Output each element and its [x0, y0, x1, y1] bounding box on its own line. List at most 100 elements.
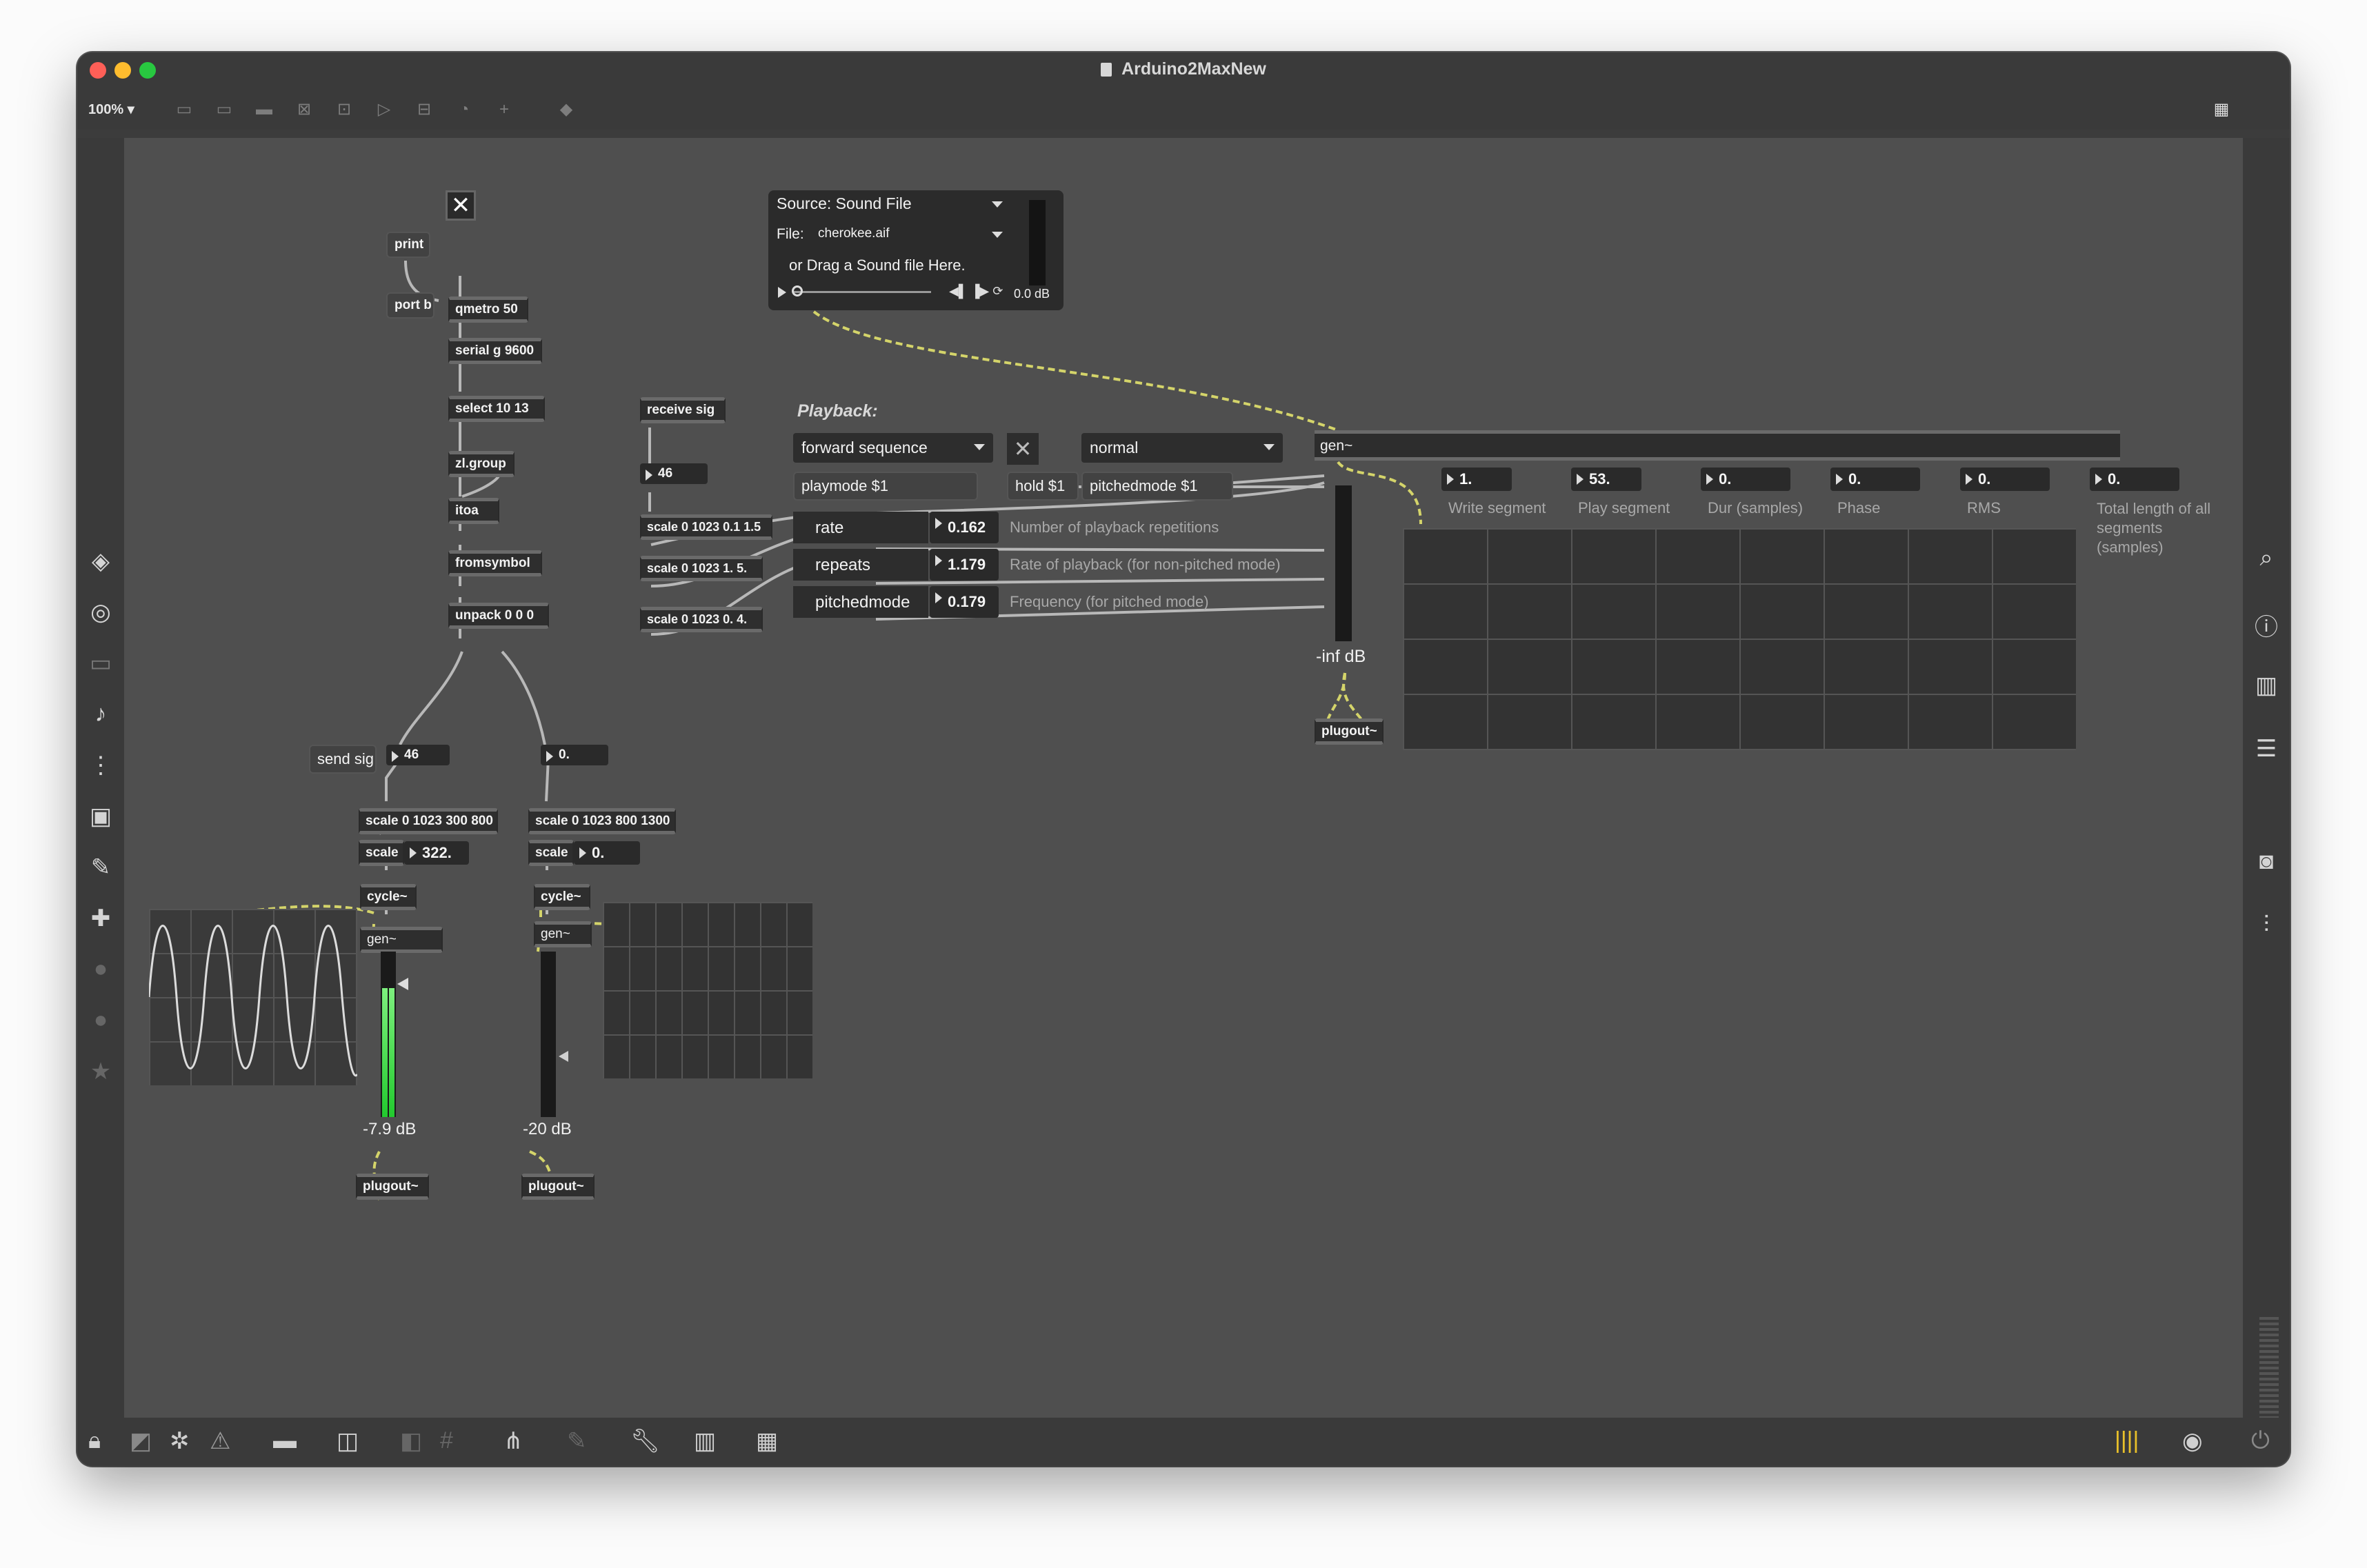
number-box-46-left[interactable]: 46 [386, 745, 450, 765]
meters-icon[interactable]: |||| [2115, 1427, 2139, 1454]
cycle-object-right[interactable]: cycle~ [534, 884, 590, 910]
pitchedmode-message[interactable]: pitchedmode $1 [1081, 472, 1233, 501]
scale-small-left[interactable]: scale [359, 840, 404, 866]
serial-object[interactable]: serial g 9600 [448, 338, 542, 364]
message-icon[interactable]: ▭ [214, 99, 234, 120]
plugout-object-right[interactable]: plugout~ [521, 1174, 595, 1200]
zoom-menu[interactable]: 100% ▾ [88, 101, 134, 118]
music-note-icon[interactable]: ♪ [77, 701, 124, 727]
itoa-object[interactable]: itoa [448, 498, 499, 524]
pitchedmode-value[interactable]: 0.179 [930, 586, 999, 618]
fromsymbol-object[interactable]: fromsymbol [448, 550, 542, 576]
playmode-message[interactable]: playmode $1 [793, 472, 978, 501]
pitchedmode-menu[interactable]: normal [1081, 433, 1283, 463]
number-object-icon[interactable]: ▷ [374, 99, 394, 120]
select-object[interactable]: select 10 13 [448, 396, 545, 422]
comment-bubble-icon[interactable]: ▬ [273, 1427, 297, 1454]
repeats-value[interactable]: 1.179 [930, 549, 999, 581]
dial-object-icon[interactable]: ◔ [454, 99, 475, 120]
number-box-322[interactable]: 322. [404, 841, 469, 865]
gen-object-main[interactable]: gen~ [1315, 430, 2120, 461]
hierarchy-icon[interactable]: ⋔ [503, 1427, 523, 1455]
button-object-icon[interactable]: ⊠ [294, 99, 314, 120]
phase-number[interactable]: 0. [1830, 468, 1920, 491]
paperclip-icon[interactable]: ✎ [77, 854, 124, 881]
align-icon[interactable]: ◧ [400, 1427, 422, 1455]
mixer-icon[interactable]: ⫶ [2243, 912, 2290, 938]
receive-sig-object[interactable]: receive sig [640, 397, 726, 423]
unpack-object[interactable]: unpack 0 0 0 [448, 603, 549, 629]
target-icon[interactable]: ◎ [77, 599, 124, 626]
scale-rate-object[interactable]: scale 0 1023 0.1 1.5 [640, 514, 772, 540]
star-icon[interactable]: ★ [77, 1058, 124, 1085]
rate-value[interactable]: 0.162 [930, 512, 999, 543]
info-icon[interactable]: ⓘ [2243, 608, 2290, 642]
keyboard-icon[interactable]: ▦ [756, 1427, 778, 1455]
number-box-46-top[interactable]: 46 [640, 463, 708, 484]
repeats-attr-name[interactable]: repeats [793, 549, 928, 581]
camera-icon[interactable]: ◙ [2243, 848, 2290, 875]
scale-object-right[interactable]: scale 0 1023 800 1300 [528, 808, 676, 834]
source-menu[interactable]: Source: Sound File [777, 194, 1011, 213]
paint-icon[interactable]: ◆ [556, 99, 577, 120]
qmetro-object[interactable]: qmetro 50 [448, 296, 528, 323]
cycle-object-left[interactable]: cycle~ [360, 884, 417, 910]
search-icon[interactable]: ⌕ [2243, 545, 2290, 572]
segment-matrix-grid[interactable] [1403, 528, 2076, 750]
scale-object-left[interactable]: scale 0 1023 300 800 [359, 808, 498, 834]
gain-slider-left[interactable] [397, 978, 408, 990]
playlist-panel[interactable]: Source: Sound File File: cherokee.aif or… [768, 190, 1063, 310]
rate-attr-name[interactable]: rate [793, 512, 928, 543]
hold-toggle[interactable]: ✕ [1007, 433, 1039, 465]
list-icon[interactable]: ☰ [2243, 735, 2290, 763]
hold-message[interactable]: hold $1 [1007, 472, 1079, 501]
reference-icon[interactable]: ▥ [2243, 672, 2290, 699]
piano-icon[interactable]: ▥ [694, 1427, 716, 1455]
number-box-0-scale[interactable]: 0. [574, 841, 640, 865]
plugout-object-left[interactable]: plugout~ [356, 1174, 429, 1200]
lock-icon[interactable]: 🔒︎ [88, 1427, 101, 1454]
pitchedmode-attr-name[interactable]: pitchedmode [793, 586, 928, 618]
play-icon[interactable] [778, 287, 786, 298]
port-b-message[interactable]: port b [386, 292, 435, 319]
slider-knob[interactable] [792, 285, 803, 296]
add-object-icon[interactable]: + [494, 99, 515, 120]
scale-repeats-object[interactable]: scale 0 1023 1. 5. [640, 556, 763, 581]
slider-object-icon[interactable]: ⊟ [414, 99, 435, 120]
warning-icon[interactable]: ⚠ [210, 1427, 230, 1455]
plug-icon[interactable]: ✚ [77, 905, 124, 932]
bang-button[interactable]: ✕ [446, 190, 476, 221]
comment-icon[interactable]: ▬ [254, 99, 274, 120]
grid-view-icon[interactable]: ▦ [2211, 99, 2232, 120]
zl-group-object[interactable]: zl.group [448, 451, 515, 477]
presentation-icon[interactable]: ◩ [130, 1427, 152, 1455]
playback-slider[interactable] [793, 291, 931, 293]
packages-icon[interactable]: ◈ [77, 547, 124, 575]
write-segment-number[interactable]: 1. [1441, 468, 1512, 491]
grid-snap-icon[interactable]: # [440, 1427, 453, 1454]
playmode-menu[interactable]: forward sequence [793, 433, 993, 463]
play-circle-icon[interactable]: ◉ [2182, 1427, 2203, 1455]
b-icon[interactable]: ● [77, 1007, 124, 1034]
oscilloscope-display[interactable] [149, 909, 357, 1085]
patcher-canvas[interactable]: ✕ print port b qmetro 50 serial g 9600 s… [124, 138, 2243, 1418]
power-icon[interactable]: ⏻ [2251, 1427, 2270, 1454]
play-segment-number[interactable]: 53. [1571, 468, 1641, 491]
gen-object-right[interactable]: gen~ [534, 921, 592, 947]
debug-icon[interactable]: ✎ [567, 1427, 587, 1455]
print-message[interactable]: print [386, 232, 430, 258]
matrix-grid-small[interactable] [603, 902, 812, 1078]
transport-icons[interactable]: ◀▌ ▐▶ ⟳ [949, 284, 1003, 299]
layers-icon[interactable]: ◫ [337, 1427, 359, 1455]
total-length-number[interactable]: 0. [2090, 468, 2179, 491]
wrench-icon[interactable]: 🔧︎ [630, 1427, 660, 1455]
send-sig-object[interactable]: send sig [309, 745, 377, 774]
gain-slider-right-handle[interactable] [559, 1051, 568, 1062]
scale-pitch-object[interactable]: scale 0 1023 0. 4. [640, 607, 763, 632]
file-menu[interactable]: cherokee.aif [818, 226, 1011, 241]
object-icon[interactable]: ▭ [174, 99, 194, 120]
device-icon[interactable]: ▭ [77, 650, 124, 677]
sequence-icon[interactable]: ⋮ [77, 752, 124, 779]
scale-small-right[interactable]: scale [528, 840, 574, 866]
gen-object-left[interactable]: gen~ [360, 927, 443, 953]
